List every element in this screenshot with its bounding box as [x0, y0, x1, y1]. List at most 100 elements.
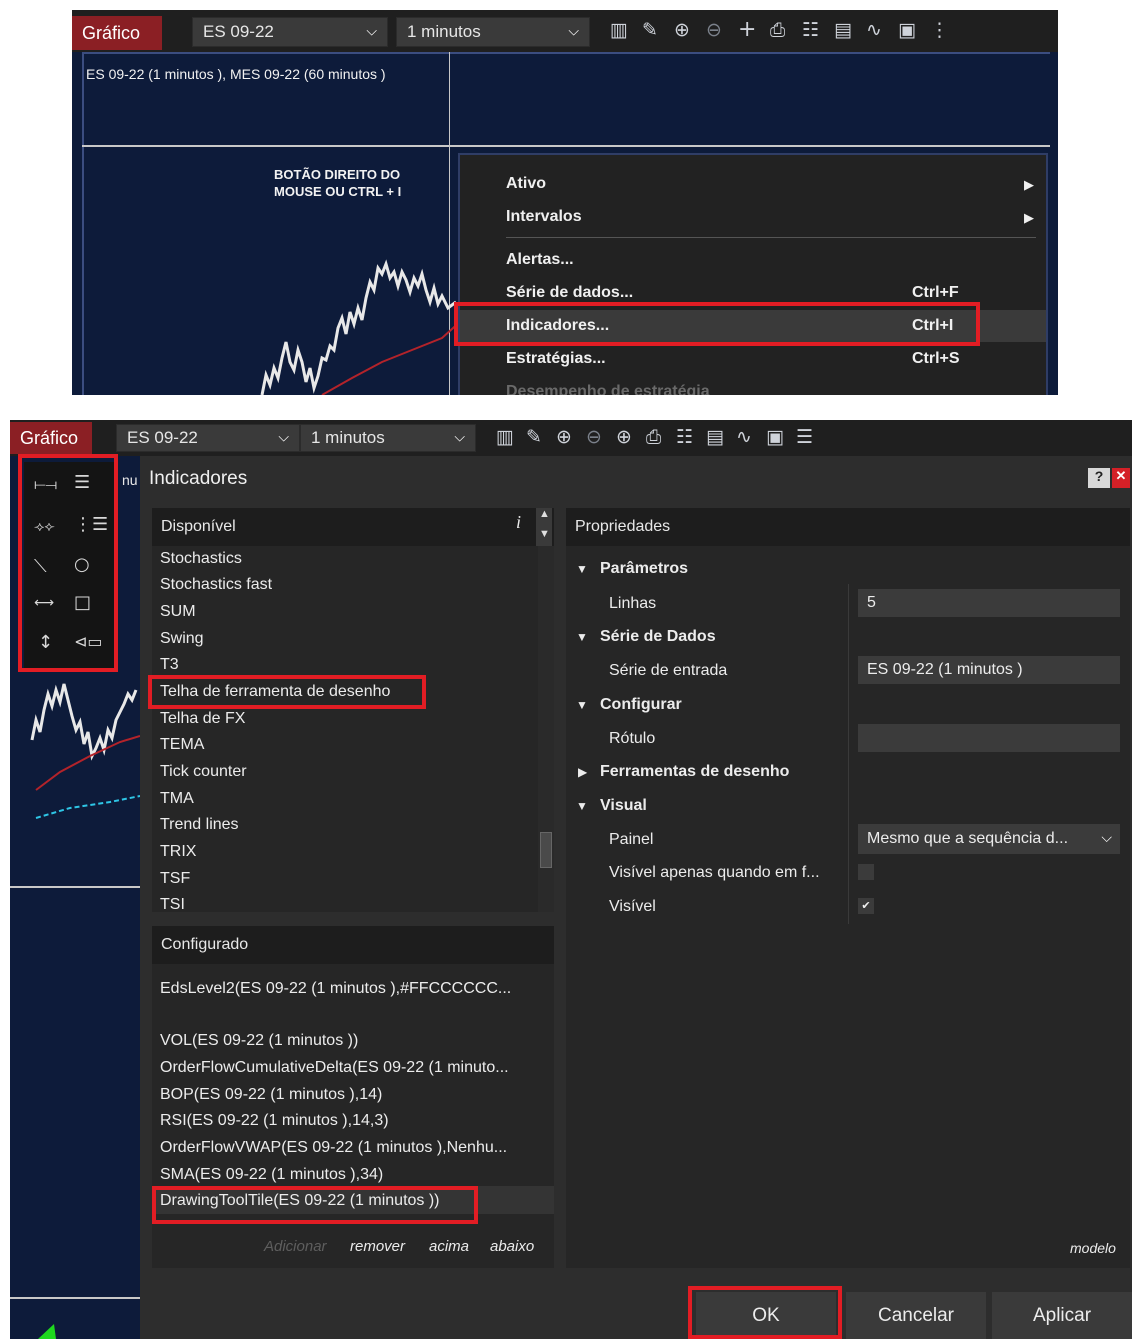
list-item[interactable]: Stochastics fast: [160, 576, 272, 594]
menu-item-intervalos[interactable]: Intervalos: [506, 208, 582, 226]
chart-window-top: Gráfico ES 09-22 ⌵ 1 minutos ⌵ ▥ ✎ ⊕ ⊖ +…: [72, 10, 1058, 395]
list-item[interactable]: TSF: [160, 870, 190, 888]
scroll-down-icon[interactable]: ▼: [539, 528, 550, 540]
painel-value: Mesmo que a sequência d...: [867, 830, 1069, 847]
cancel-button[interactable]: Cancelar: [846, 1292, 986, 1339]
zoom-in-icon[interactable]: ⊕: [556, 428, 572, 447]
list-scrollbar-thumb[interactable]: [540, 832, 552, 868]
zoom-out-icon[interactable]: ⊖: [706, 21, 722, 40]
zoom-in-icon[interactable]: ⊕: [674, 21, 690, 40]
configured-item[interactable]: OrderFlowCumulativeDelta(ES 09-22 (1 min…: [160, 1059, 509, 1077]
submenu-arrow-icon: ▶: [1024, 210, 1034, 225]
submenu-arrow-icon: ▶: [1024, 177, 1034, 192]
scroll-up-icon[interactable]: ▲: [539, 508, 550, 520]
apply-button[interactable]: Aplicar: [992, 1292, 1132, 1339]
crosshair-icon[interactable]: ⊕: [616, 428, 632, 447]
section-serie-dados[interactable]: Série de Dados: [600, 628, 716, 646]
candlestick-icon[interactable]: ▥: [496, 428, 514, 447]
list-item[interactable]: Swing: [160, 630, 204, 648]
price-chart: [30, 683, 140, 819]
list-item[interactable]: T3: [160, 656, 179, 674]
linhas-input[interactable]: 5: [858, 589, 1120, 617]
layout-icon[interactable]: ☷: [802, 21, 819, 40]
visivel-checkbox[interactable]: ✔: [858, 898, 874, 914]
menu-item-serie-dados[interactable]: Série de dados...: [506, 284, 633, 302]
collapse-arrow-icon[interactable]: ▼: [576, 698, 588, 712]
list-icon[interactable]: ☰: [796, 428, 813, 447]
visivel-foco-checkbox[interactable]: [858, 864, 874, 880]
add-link: Adicionar: [264, 1238, 327, 1255]
bar-chart-icon[interactable]: ▤: [706, 428, 724, 447]
painel-select[interactable]: Mesmo que a sequência d... ⌵: [858, 824, 1120, 854]
indicator-icon[interactable]: ∿: [866, 21, 882, 40]
menu-item-estrategias[interactable]: Estratégias...: [506, 350, 606, 368]
grafico-tab[interactable]: Gráfico: [10, 422, 92, 454]
close-button[interactable]: ✕: [1112, 468, 1130, 488]
chevron-down-icon: ⌵: [278, 428, 289, 445]
list-item[interactable]: TMA: [160, 790, 194, 808]
template-icon[interactable]: ▣: [898, 21, 916, 40]
moving-average-line: [321, 319, 462, 395]
template-icon[interactable]: ▣: [766, 428, 784, 447]
move-up-link[interactable]: acima: [429, 1238, 469, 1255]
list-item[interactable]: Stochastics: [160, 550, 242, 568]
serie-entrada-label: Série de entrada: [609, 662, 728, 679]
collapse-arrow-icon[interactable]: ▼: [576, 562, 588, 576]
list-item[interactable]: Tick counter: [160, 763, 247, 781]
data-box-icon[interactable]: ⎙: [770, 21, 785, 40]
info-icon[interactable]: i: [516, 512, 521, 533]
interval-select[interactable]: 1 minutos ⌵: [300, 424, 476, 452]
interval-select[interactable]: 1 minutos ⌵: [396, 17, 590, 47]
collapse-arrow-icon[interactable]: ▼: [576, 630, 588, 644]
move-down-link[interactable]: abaixo: [490, 1238, 534, 1255]
highlight-box: [454, 302, 980, 346]
data-box-icon[interactable]: ⎙: [646, 428, 661, 447]
section-visual[interactable]: Visual: [600, 797, 647, 815]
price-chart: [260, 259, 462, 395]
list-item[interactable]: TSI: [160, 896, 185, 910]
properties-header-label: Propriedades: [575, 518, 671, 535]
chart-border: [82, 52, 1050, 54]
list-item[interactable]: SUM: [160, 603, 196, 621]
template-link[interactable]: modelo: [1070, 1240, 1116, 1256]
instrument-select[interactable]: ES 09-22 ⌵: [192, 17, 388, 47]
list-item[interactable]: Trend lines: [160, 816, 239, 834]
section-configurar[interactable]: Configurar: [600, 696, 682, 714]
section-ferramentas[interactable]: Ferramentas de desenho: [600, 763, 789, 781]
configured-item[interactable]: OrderFlowVWAP(ES 09-22 (1 minutos ),Nenh…: [160, 1139, 507, 1157]
list-item[interactable]: TRIX: [160, 843, 196, 861]
remove-link[interactable]: remover: [350, 1238, 405, 1255]
more-icon[interactable]: ⋮: [930, 21, 949, 40]
help-button[interactable]: ?: [1088, 468, 1110, 488]
configured-item[interactable]: BOP(ES 09-22 (1 minutos ),14): [160, 1086, 382, 1104]
configured-item[interactable]: EdsLevel2(ES 09-22 (1 minutos ),#FFCCCCC…: [160, 980, 511, 998]
candlestick-icon[interactable]: ▥: [610, 21, 628, 40]
instrument-select[interactable]: ES 09-22 ⌵: [116, 424, 300, 452]
list-item[interactable]: TEMA: [160, 736, 204, 754]
chart-title-partial: nu: [122, 472, 138, 488]
pencil-icon[interactable]: ✎: [526, 428, 542, 447]
menu-item-alertas[interactable]: Alertas...: [506, 251, 574, 269]
crosshair-icon[interactable]: +: [738, 19, 756, 41]
bar-chart-icon[interactable]: ▤: [834, 21, 852, 40]
configured-item[interactable]: RSI(ES 09-22 (1 minutos ),14,3): [160, 1112, 389, 1130]
section-parametros[interactable]: Parâmetros: [600, 560, 688, 578]
dialog-title: Indicadores: [149, 468, 248, 489]
indicator-icon[interactable]: ∿: [736, 428, 752, 447]
list-item[interactable]: Telha de FX: [160, 710, 245, 728]
configured-item[interactable]: SMA(ES 09-22 (1 minutos ),34): [160, 1166, 383, 1184]
menu-item-ativo[interactable]: Ativo: [506, 175, 546, 193]
configured-item[interactable]: VOL(ES 09-22 (1 minutos )): [160, 1032, 358, 1050]
rotulo-input[interactable]: [858, 724, 1120, 752]
expand-arrow-icon[interactable]: ▶: [578, 765, 587, 779]
chevron-down-icon: ⌵: [366, 22, 377, 39]
zoom-out-icon[interactable]: ⊖: [586, 428, 602, 447]
panel-divider: [10, 1297, 140, 1299]
layout-icon[interactable]: ☷: [676, 428, 693, 447]
collapse-arrow-icon[interactable]: ▼: [576, 799, 588, 813]
moving-average-line: [35, 735, 140, 791]
chevron-down-icon: ⌵: [568, 22, 579, 39]
serie-entrada-field[interactable]: ES 09-22 (1 minutos ): [858, 656, 1120, 684]
pencil-icon[interactable]: ✎: [642, 21, 658, 40]
grafico-tab[interactable]: Gráfico: [72, 16, 162, 50]
